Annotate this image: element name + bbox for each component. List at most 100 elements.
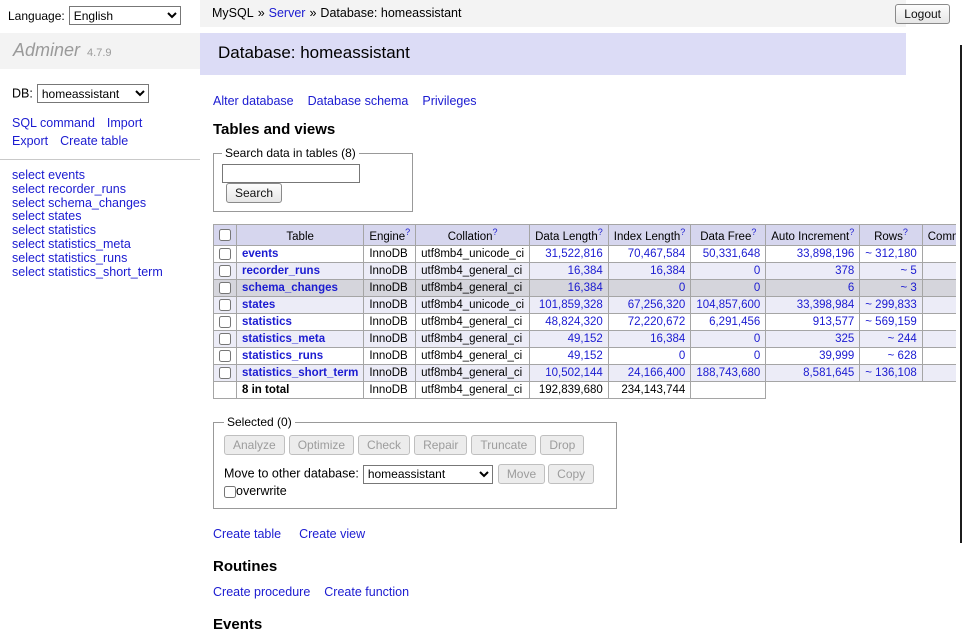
index-length-link[interactable]: 70,467,584 [628,248,686,260]
sidebar-table-link[interactable]: select schema_changes [12,197,200,211]
overwrite-label[interactable]: overwrite [236,484,287,498]
row-checkbox[interactable] [219,350,231,362]
data-free-link[interactable]: 6,291,456 [709,316,760,328]
data-free-link[interactable]: 188,743,680 [696,367,760,379]
row-checkbox[interactable] [219,248,231,260]
bulk-action-button[interactable]: Drop [540,435,584,455]
auto-increment-link[interactable]: 33,398,984 [797,299,855,311]
help-link[interactable]: ? [849,227,854,237]
scrollbar-thumb[interactable] [960,45,962,543]
table-name-link[interactable]: statistics_short_term [242,367,358,379]
adminer-logo-link[interactable]: Adminer [13,40,80,60]
row-checkbox[interactable] [219,333,231,345]
sidebar-table-link[interactable]: select statistics_runs [12,252,200,266]
sidebar-table-link[interactable]: select states [12,210,200,224]
search-button[interactable]: Search [226,183,282,203]
logout-button[interactable]: Logout [895,4,950,24]
sidebar-table-link[interactable]: select events [12,169,200,183]
db-action-link[interactable]: Database schema [308,94,409,108]
sidebar-table-link[interactable]: select statistics [12,224,200,238]
data-length-link[interactable]: 49,152 [568,333,603,345]
table-name-link[interactable]: statistics_runs [242,350,323,362]
help-link[interactable]: ? [598,227,603,237]
routine-link[interactable]: Create procedure [213,585,310,599]
data-length-link[interactable]: 16,384 [568,282,603,294]
sidebar-link[interactable]: SQL command [12,116,95,130]
row-checkbox[interactable] [219,265,231,277]
data-length-link[interactable]: 48,824,320 [545,316,603,328]
help-link[interactable]: ? [751,227,756,237]
data-free-link[interactable]: 0 [754,265,760,277]
auto-increment-link[interactable]: 33,898,196 [797,248,855,260]
table-name-link[interactable]: statistics_meta [242,333,325,345]
rows-link[interactable]: ~ 5 [900,265,916,277]
data-free-link[interactable]: 0 [754,282,760,294]
sidebar-link[interactable]: Export [12,134,48,148]
auto-increment-link[interactable]: 39,999 [819,350,854,362]
index-length-link[interactable]: 0 [679,282,685,294]
data-free-link[interactable]: 0 [754,350,760,362]
help-link[interactable]: ? [405,227,410,237]
rows-link[interactable]: ~ 569,159 [865,316,916,328]
rows-link[interactable]: ~ 244 [888,333,917,345]
table-name-link[interactable]: states [242,299,275,311]
index-length-link[interactable]: 72,220,672 [628,316,686,328]
auto-increment-link[interactable]: 913,577 [813,316,855,328]
index-length-link[interactable]: 24,166,400 [628,367,686,379]
table-name-link[interactable]: statistics [242,316,292,328]
bulk-action-button[interactable]: Optimize [289,435,354,455]
row-checkbox[interactable] [219,367,231,379]
rows-link[interactable]: ~ 3 [900,282,916,294]
auto-increment-link[interactable]: 6 [848,282,854,294]
bulk-action-button[interactable]: Truncate [471,435,536,455]
create-link[interactable]: Create table [213,527,281,541]
help-link[interactable]: ? [680,227,685,237]
bulk-action-button[interactable]: Analyze [224,435,285,455]
sidebar-link[interactable]: Import [107,116,142,130]
auto-increment-link[interactable]: 378 [835,265,854,277]
data-length-link[interactable]: 101,859,328 [539,299,603,311]
sidebar-link[interactable]: Create table [60,134,128,148]
create-link[interactable]: Create view [299,527,365,541]
auto-increment-link[interactable]: 8,581,645 [803,367,854,379]
index-length-link[interactable]: 67,256,320 [628,299,686,311]
select-all-checkbox[interactable] [219,229,231,241]
table-name-link[interactable]: events [242,248,278,260]
row-checkbox[interactable] [219,316,231,328]
move-button[interactable]: Move [498,464,545,484]
routine-link[interactable]: Create function [324,585,409,599]
sidebar-table-link[interactable]: select statistics_short_term [12,266,200,280]
language-select[interactable]: English [69,6,181,25]
move-db-select[interactable]: homeassistant [363,465,493,484]
help-link[interactable]: ? [492,227,497,237]
overwrite-checkbox[interactable] [224,486,236,498]
table-name-link[interactable]: recorder_runs [242,265,320,277]
db-action-link[interactable]: Privileges [422,94,476,108]
db-select[interactable]: homeassistant [37,84,149,103]
data-length-link[interactable]: 16,384 [568,265,603,277]
data-free-link[interactable]: 0 [754,333,760,345]
search-input[interactable] [222,164,360,183]
data-length-link[interactable]: 31,522,816 [545,248,603,260]
sidebar-table-link[interactable]: select recorder_runs [12,183,200,197]
db-action-link[interactable]: Alter database [213,94,294,108]
breadcrumb-server-link[interactable]: Server [269,6,306,20]
index-length-link[interactable]: 0 [679,350,685,362]
rows-link[interactable]: ~ 628 [888,350,917,362]
rows-link[interactable]: ~ 312,180 [865,248,916,260]
row-checkbox[interactable] [219,299,231,311]
bulk-action-button[interactable]: Check [358,435,410,455]
index-length-link[interactable]: 16,384 [650,265,685,277]
data-free-link[interactable]: 50,331,648 [703,248,761,260]
auto-increment-link[interactable]: 325 [835,333,854,345]
data-free-link[interactable]: 104,857,600 [696,299,760,311]
rows-link[interactable]: ~ 136,108 [865,367,916,379]
help-link[interactable]: ? [903,227,908,237]
sidebar-table-link[interactable]: select statistics_meta [12,238,200,252]
data-length-link[interactable]: 10,502,144 [545,367,603,379]
bulk-action-button[interactable]: Repair [414,435,467,455]
rows-link[interactable]: ~ 299,833 [865,299,916,311]
table-name-link[interactable]: schema_changes [242,282,338,294]
data-length-link[interactable]: 49,152 [568,350,603,362]
row-checkbox[interactable] [219,282,231,294]
